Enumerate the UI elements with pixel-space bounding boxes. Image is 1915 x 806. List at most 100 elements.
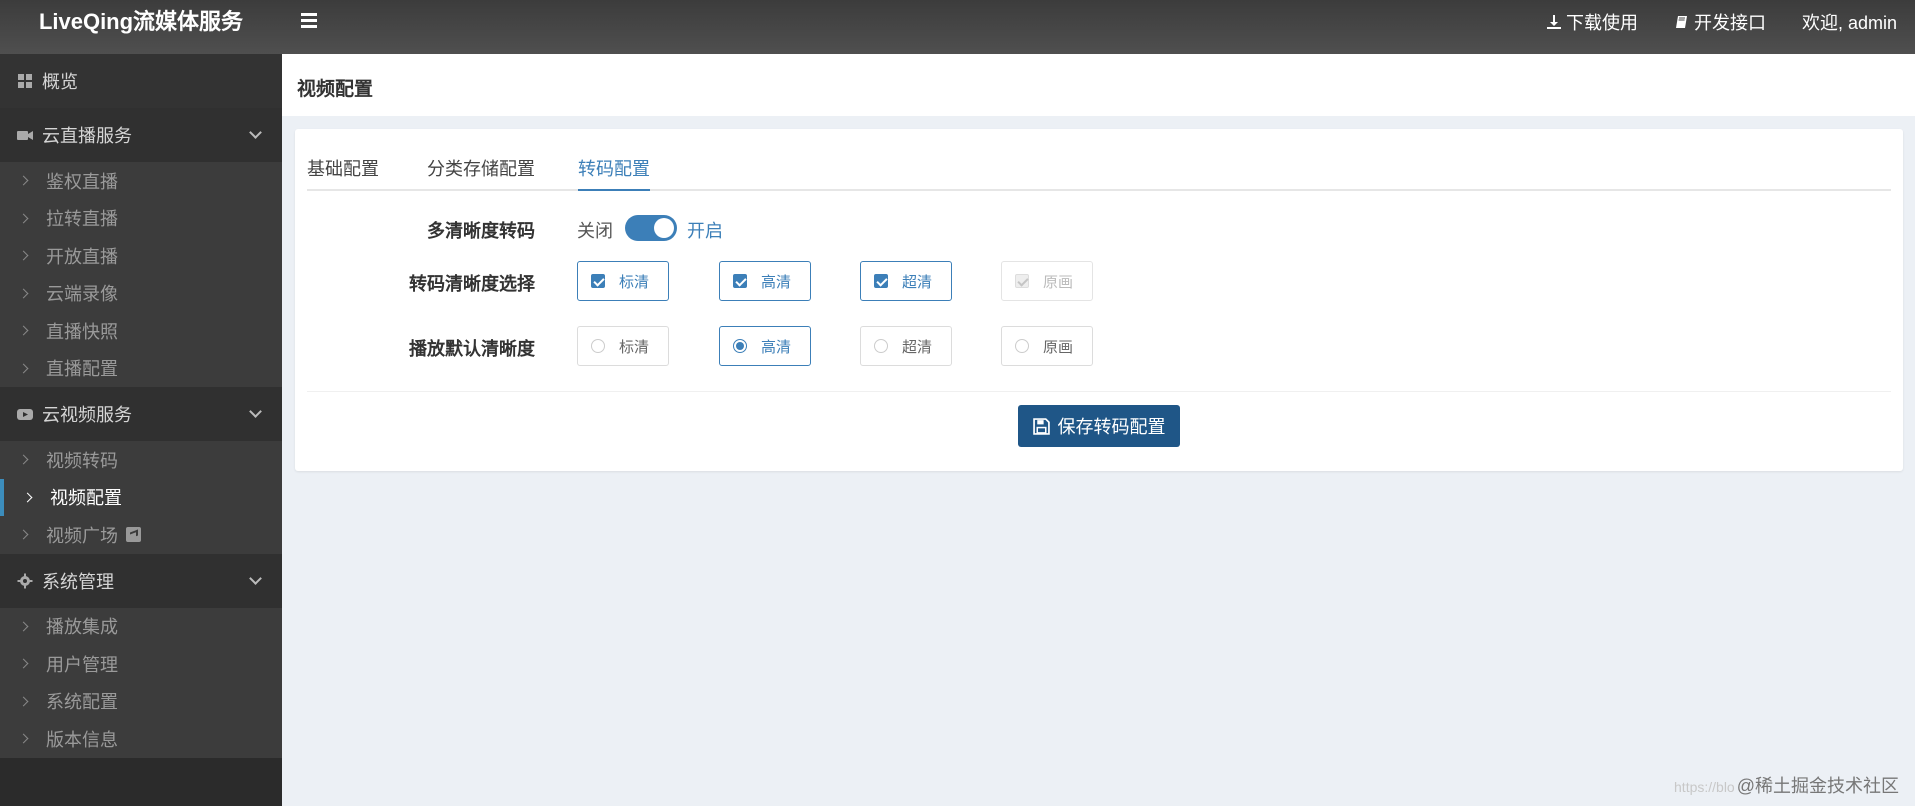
sidebar-item-label: 播放集成: [46, 617, 118, 638]
sidebar-item-video-square[interactable]: 视频广场: [0, 516, 282, 554]
res-select-label: 转码清晰度选择: [409, 274, 535, 294]
video-service-submenu: 视频转码 视频配置 视频广场: [0, 441, 282, 554]
sidebar-item-label: 鉴权直播: [46, 171, 118, 192]
tab-storage-config[interactable]: 分类存储配置: [427, 155, 535, 191]
sidebar-item-label: 云端录像: [46, 284, 118, 305]
tab-bar: 基础配置 分类存储配置 转码配置: [307, 129, 1891, 191]
watermark: https://blo @稀土掘金技术社区: [1674, 772, 1899, 798]
welcome-text: 欢迎, admin: [1801, 13, 1897, 33]
top-header: LiveQing流媒体服务 下载使用 开发接口 欢迎, admin: [0, 0, 1915, 54]
multi-res-label: 多清晰度转码: [427, 221, 535, 241]
download-link[interactable]: 下载使用: [1546, 9, 1638, 35]
chevron-right-icon: [18, 288, 29, 298]
sidebar-item-system-config[interactable]: 系统配置: [0, 683, 282, 721]
sidebar-item-cloud-record[interactable]: 云端录像: [0, 275, 282, 313]
tab-basic-config[interactable]: 基础配置: [307, 155, 379, 191]
api-docs-label: 开发接口: [1693, 13, 1766, 33]
live-service-submenu: 鉴权直播 拉转直播 开放直播 云端录像 直播快照 直播配置: [0, 162, 282, 387]
content-header: 视频配置: [282, 54, 1915, 116]
default-res-label: 播放默认清晰度: [409, 339, 535, 359]
chevron-right-icon: [18, 363, 29, 373]
chevron-right-icon: [18, 621, 29, 631]
default-option-label: 高清: [761, 338, 792, 356]
default-radio-fhd[interactable]: 超清: [860, 326, 952, 366]
sidebar-group-label: 云直播服务: [42, 126, 132, 146]
default-option-label: 原画: [1043, 338, 1074, 356]
form-divider: [307, 391, 1891, 392]
sidebar-item-label: 版本信息: [46, 729, 118, 750]
chevron-right-icon: [18, 325, 29, 336]
checkbox-checked-icon: [591, 274, 605, 288]
res-checkbox-fhd[interactable]: 超清: [860, 261, 952, 301]
sidebar-item-player-integration[interactable]: 播放集成: [0, 608, 282, 646]
external-link-icon: [126, 527, 141, 543]
res-checkbox-sd[interactable]: 标清: [577, 261, 669, 301]
menu-toggle-icon[interactable]: [294, 10, 324, 34]
checkbox-disabled-icon: [1015, 274, 1029, 288]
chevron-right-icon: [18, 733, 29, 744]
default-radio-original[interactable]: 原画: [1001, 326, 1093, 366]
download-label: 下载使用: [1565, 13, 1638, 33]
chevron-down-icon: [249, 571, 262, 585]
save-icon: [1032, 417, 1050, 435]
res-option-label: 标清: [619, 273, 650, 291]
chevron-right-icon: [18, 213, 29, 223]
res-checkbox-hd[interactable]: 高清: [719, 261, 811, 301]
user-menu[interactable]: 欢迎, admin: [1802, 9, 1897, 35]
multi-res-toggle[interactable]: [625, 215, 677, 241]
chevron-right-icon: [18, 658, 29, 669]
chevron-right-icon: [18, 454, 29, 465]
youtube-play-icon: [16, 405, 34, 423]
res-option-label: 原画: [1043, 273, 1074, 291]
radio-icon: [1015, 339, 1029, 353]
sidebar-item-auth-live[interactable]: 鉴权直播: [0, 162, 282, 200]
chevron-right-icon: [22, 492, 33, 502]
sidebar-item-version-info[interactable]: 版本信息: [0, 720, 282, 758]
book-icon: [1675, 16, 1687, 28]
chevron-right-icon: [18, 529, 29, 540]
download-icon: [1546, 15, 1561, 29]
sidebar-item-user-management[interactable]: 用户管理: [0, 645, 282, 683]
brand-logo[interactable]: LiveQing流媒体服务: [0, 0, 282, 54]
sidebar-item-open-live[interactable]: 开放直播: [0, 237, 282, 275]
sidebar-item-video-config[interactable]: 视频配置: [0, 478, 282, 516]
sidebar-item-live-snapshot[interactable]: 直播快照: [0, 312, 282, 350]
chevron-down-icon: [249, 405, 262, 418]
radio-icon: [591, 339, 605, 353]
checkbox-checked-icon: [733, 274, 747, 288]
watermark-url: https://blo: [1674, 779, 1735, 795]
page-title: 视频配置: [297, 79, 374, 100]
dashboard-icon: [16, 72, 34, 90]
sidebar-group-system[interactable]: 系统管理: [0, 553, 282, 608]
sidebar-item-label: 视频广场: [46, 525, 118, 546]
sidebar-item-pull-live[interactable]: 拉转直播: [0, 200, 282, 238]
sidebar-item-label: 直播配置: [46, 359, 118, 380]
save-button-label: 保存转码配置: [1057, 417, 1166, 437]
system-submenu: 播放集成 用户管理 系统配置 版本信息: [0, 607, 282, 758]
chevron-right-icon: [18, 696, 29, 706]
res-checkbox-original: 原画: [1001, 261, 1093, 301]
sidebar-group-label: 系统管理: [42, 571, 114, 592]
sidebar-item-label: 概览: [42, 72, 78, 92]
header-nav: 下载使用 开发接口 欢迎, admin: [1546, 0, 1897, 44]
api-docs-link[interactable]: 开发接口: [1674, 9, 1766, 35]
config-panel: 基础配置 分类存储配置 转码配置 多清晰度转码 关闭 开启 转码清晰度选择 标清…: [295, 129, 1903, 471]
default-option-label: 标清: [619, 338, 650, 356]
chevron-right-icon: [18, 250, 29, 261]
sidebar-item-label: 用户管理: [46, 654, 118, 675]
sidebar-item-label: 系统配置: [46, 692, 118, 713]
sidebar-item-overview[interactable]: 概览: [0, 54, 282, 108]
sidebar-group-live-service[interactable]: 云直播服务: [0, 108, 282, 162]
radio-selected-icon: [733, 339, 747, 353]
default-radio-hd[interactable]: 高清: [719, 326, 811, 366]
save-transcode-button[interactable]: 保存转码配置: [1018, 405, 1180, 447]
sidebar-item-label: 直播快照: [46, 321, 118, 342]
sidebar-group-video-service[interactable]: 云视频服务: [0, 387, 282, 441]
sidebar: 概览 云直播服务 鉴权直播 拉转直播 开放直播 云端录像 直播快照 直播配置 云…: [0, 54, 282, 806]
default-radio-sd[interactable]: 标清: [577, 326, 669, 366]
sidebar-item-live-config[interactable]: 直播配置: [0, 350, 282, 388]
sidebar-item-label: 开放直播: [46, 246, 118, 267]
tab-transcode-config[interactable]: 转码配置: [578, 155, 650, 191]
sidebar-group-label: 云视频服务: [42, 405, 132, 425]
sidebar-item-video-transcode[interactable]: 视频转码: [0, 441, 282, 479]
